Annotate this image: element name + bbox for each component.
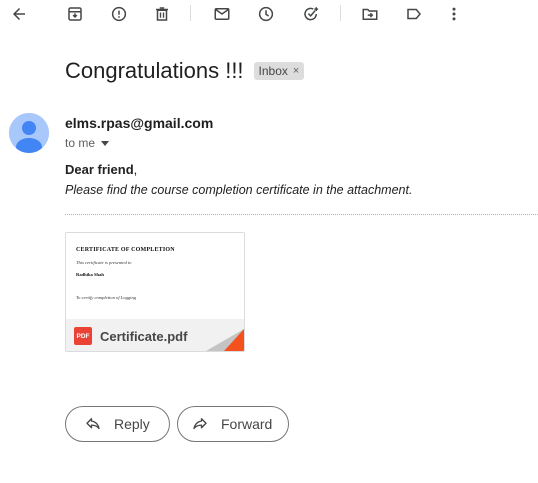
subject-row: Congratulations !!! Inbox × — [65, 58, 305, 84]
forward-button[interactable]: Forward — [177, 406, 289, 442]
move-to-button[interactable] — [357, 1, 383, 27]
report-spam-icon — [111, 6, 127, 22]
more-options-icon — [452, 7, 456, 21]
mark-unread-icon — [214, 8, 230, 20]
certificate-title: CERTIFICATE OF COMPLETION — [76, 247, 175, 253]
reply-icon — [86, 418, 100, 430]
greeting: Dear friend, — [65, 162, 137, 177]
attachment-filename: Certificate.pdf — [100, 328, 188, 344]
toolbar-divider — [340, 5, 341, 21]
reply-button[interactable]: Reply — [65, 406, 170, 442]
mark-unread-button[interactable] — [209, 1, 235, 27]
certificate-recipient: Radhika Shah — [76, 272, 104, 277]
delete-button[interactable] — [149, 1, 175, 27]
snooze-button[interactable] — [253, 1, 279, 27]
toolbar — [0, 0, 538, 28]
recipient-text: to me — [65, 136, 96, 150]
attachment-card[interactable]: CERTIFICATE OF COMPLETION This certifica… — [65, 232, 245, 352]
avatar[interactable] — [9, 113, 49, 153]
email-subject: Congratulations !!! — [65, 58, 244, 83]
delete-icon — [156, 7, 168, 21]
greeting-name: Dear friend — [65, 162, 134, 177]
add-task-icon — [304, 7, 319, 21]
remove-label-icon[interactable]: × — [293, 65, 299, 77]
archive-icon — [68, 7, 82, 21]
greeting-comma: , — [133, 162, 138, 177]
recipient-details-toggle[interactable]: to me — [65, 136, 110, 150]
forward-icon — [193, 418, 207, 430]
back-icon — [13, 8, 25, 20]
email-body: Please find the course completion certif… — [65, 183, 413, 197]
page-fold-icon — [206, 329, 244, 351]
sender-email[interactable]: elms.rpas@gmail.com — [65, 115, 213, 131]
body-divider — [65, 214, 538, 215]
label-button[interactable] — [401, 1, 427, 27]
more-options-button[interactable] — [441, 1, 467, 27]
person-icon — [9, 113, 49, 153]
attachment-preview: CERTIFICATE OF COMPLETION This certifica… — [66, 233, 244, 319]
toolbar-divider — [190, 5, 191, 21]
inbox-label-chip[interactable]: Inbox × — [253, 62, 305, 80]
label-text: Inbox — [258, 64, 288, 78]
pdf-icon: PDF — [74, 327, 92, 345]
add-task-button[interactable] — [298, 1, 324, 27]
certificate-line: This certificate is presented to — [76, 260, 132, 265]
label-icon — [407, 8, 421, 20]
back-button[interactable] — [6, 1, 32, 27]
snooze-icon — [258, 6, 274, 22]
archive-button[interactable] — [62, 1, 88, 27]
caret-down-icon — [101, 140, 110, 146]
certificate-line: To certify completion of Logging — [76, 295, 137, 300]
move-to-icon — [362, 8, 378, 20]
reply-label: Reply — [114, 416, 150, 432]
forward-label: Forward — [221, 416, 273, 432]
report-spam-button[interactable] — [106, 1, 132, 27]
